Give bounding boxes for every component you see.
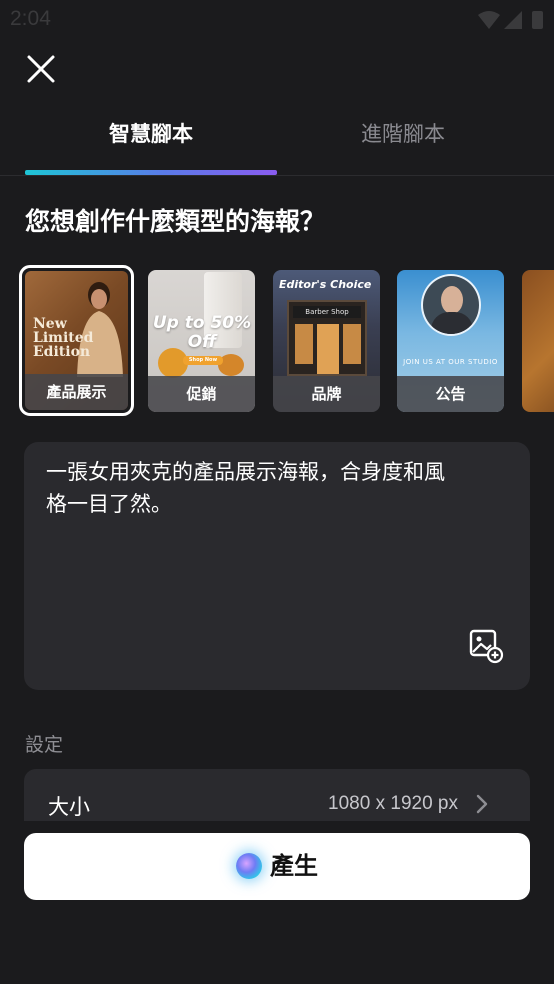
shopfront-image: Barber Shop (287, 300, 367, 376)
shop-door (317, 324, 339, 374)
size-value: 1080 x 1920 px (328, 793, 458, 814)
template-art-button: Shop Now (183, 356, 223, 365)
template-art-text: Editor's Choice (279, 278, 372, 291)
template-carousel[interactable]: New Limited Edition 產品展示 Up to 50% Off S… (0, 264, 554, 416)
template-card-partial[interactable] (522, 270, 554, 412)
portrait-face (441, 286, 463, 314)
close-icon[interactable] (24, 52, 58, 86)
size-setting-row[interactable]: 大小 1080 x 1920 px (24, 769, 530, 821)
template-label: 產品展示 (25, 374, 128, 410)
template-thumbnail-product: New Limited Edition 產品展示 (25, 271, 128, 410)
template-thumbnail-promo: Up to 50% Off Shop Now 促銷 (148, 270, 255, 412)
signal-icon (504, 11, 522, 29)
portrait-image (421, 274, 481, 336)
active-tab-indicator (25, 170, 277, 175)
shop-sign: Barber Shop (293, 306, 361, 318)
status-icons (478, 11, 543, 29)
status-time: 2:04 (10, 7, 51, 30)
poster-type-question: 您想創作什麼類型的海報？ (25, 207, 326, 236)
script-tabs: 智慧腳本 進階腳本 (0, 108, 554, 176)
shop-window (295, 324, 313, 364)
tab-advanced-script[interactable]: 進階腳本 (277, 108, 529, 160)
chevron-right-icon (476, 794, 488, 814)
ai-orb-icon (236, 853, 262, 879)
generate-button[interactable]: 產生 (24, 833, 530, 900)
size-label: 大小 (48, 795, 90, 819)
template-card-announcement[interactable]: JOIN US AT OUR STUDIO 公告 (397, 270, 504, 412)
template-art-text: JOIN US AT OUR STUDIO (403, 358, 498, 366)
template-thumbnail-partial (522, 270, 554, 412)
tab-smart-script[interactable]: 智慧腳本 (25, 108, 277, 160)
add-image-icon[interactable] (468, 628, 504, 664)
template-label: 促銷 (148, 376, 255, 412)
template-card-promo[interactable]: Up to 50% Off Shop Now 促銷 (148, 270, 255, 412)
template-label: 公告 (397, 376, 504, 412)
template-card-brand[interactable]: Editor's Choice Barber Shop 品牌 (273, 270, 380, 412)
template-label: 品牌 (273, 376, 380, 412)
settings-section-label: 設定 (25, 734, 64, 756)
portrait-body (431, 312, 473, 334)
template-art-text: New Limited Edition (33, 316, 94, 360)
template-thumbnail-announcement: JOIN US AT OUR STUDIO 公告 (397, 270, 504, 412)
battery-icon (532, 11, 543, 29)
generate-label: 產生 (270, 852, 318, 880)
template-card-product[interactable]: New Limited Edition 產品展示 (19, 265, 134, 416)
wifi-icon (478, 11, 500, 29)
shop-window (343, 324, 361, 364)
prompt-input[interactable]: 一張女用夾克的產品展示海報，合身度和風格一目了然。 (24, 442, 530, 690)
status-bar: 2:04 (0, 0, 554, 40)
template-art-text: Up to 50% Off (152, 313, 252, 352)
template-thumbnail-brand: Editor's Choice Barber Shop 品牌 (273, 270, 380, 412)
prompt-text[interactable]: 一張女用夾克的產品展示海報，合身度和風格一目了然。 (46, 456, 446, 520)
